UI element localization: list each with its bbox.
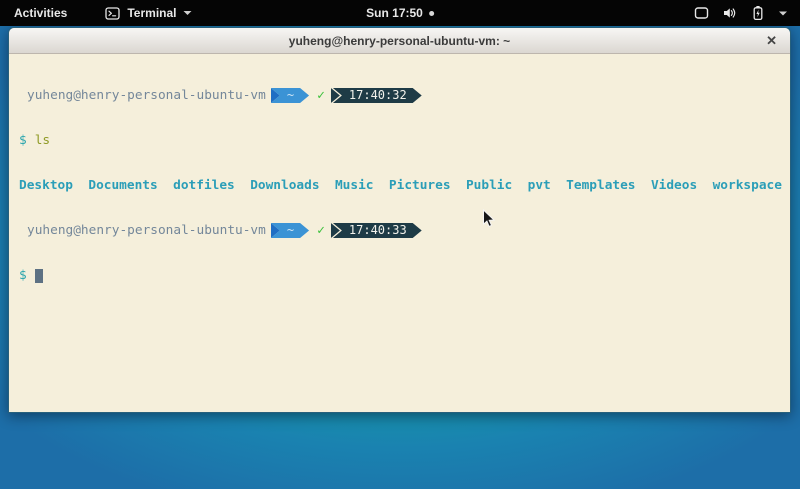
chevron-down-icon xyxy=(778,10,788,17)
prompt-powerline: ~✓17:40:32 xyxy=(271,88,422,103)
window-title: yuheng@henry-personal-ubuntu-vm: ~ xyxy=(289,34,510,48)
directory-entry: dotfiles xyxy=(173,178,235,193)
directory-entry: Downloads xyxy=(250,178,319,193)
terminal-window: yuheng@henry-personal-ubuntu-vm: ~ ✕ yuh… xyxy=(8,27,791,413)
terminal-content[interactable]: yuheng@henry-personal-ubuntu-vm~✓17:40:3… xyxy=(9,55,790,412)
close-icon[interactable]: ✕ xyxy=(766,28,777,53)
directory-entry: pvt xyxy=(528,178,551,193)
prompt-powerline: ~✓17:40:33 xyxy=(271,223,422,238)
ls-output: Desktop Documents dotfiles Downloads Mus… xyxy=(19,178,790,193)
activities-button[interactable]: Activities xyxy=(10,6,71,20)
clock-button[interactable]: Sun 17:50 xyxy=(366,0,434,26)
prompt-line: yuheng@henry-personal-ubuntu-vm~✓17:40:3… xyxy=(19,223,790,238)
prompt-time-segment: 17:40:32 xyxy=(333,88,422,103)
directory-entry: workspace xyxy=(713,178,782,193)
gnome-top-bar: Activities Terminal Sun 17:50 xyxy=(0,0,800,26)
prompt-symbol: $ xyxy=(19,133,27,148)
volume-icon xyxy=(722,6,738,20)
command-line: $ ls xyxy=(19,133,790,148)
status-check-icon: ✓ xyxy=(317,88,325,103)
app-menu-label: Terminal xyxy=(127,6,176,20)
prompt-user: yuheng@henry-personal-ubuntu-vm xyxy=(27,88,266,103)
directory-entry: Templates xyxy=(566,178,635,193)
terminal-icon xyxy=(105,7,120,20)
screen-icon xyxy=(694,6,709,20)
prompt-time-segment: 17:40:33 xyxy=(333,223,422,238)
mouse-cursor xyxy=(482,209,495,233)
typed-command: ls xyxy=(35,133,50,148)
notification-dot xyxy=(429,11,434,16)
prompt-line: yuheng@henry-personal-ubuntu-vm~✓17:40:3… xyxy=(19,88,790,103)
directory-entry: Pictures xyxy=(389,178,451,193)
prompt-user: yuheng@henry-personal-ubuntu-vm xyxy=(27,223,266,238)
directory-entry: Desktop xyxy=(19,178,73,193)
battery-charging-icon xyxy=(751,5,765,21)
terminal-titlebar[interactable]: yuheng@henry-personal-ubuntu-vm: ~ ✕ xyxy=(9,28,790,54)
directory-entry: Videos xyxy=(651,178,697,193)
directory-entry: Public xyxy=(466,178,512,193)
app-menu-terminal[interactable]: Terminal xyxy=(105,6,192,20)
chevron-down-icon xyxy=(183,10,192,16)
text-cursor xyxy=(35,269,43,283)
clock-label: Sun 17:50 xyxy=(366,6,423,20)
directory-entry: Documents xyxy=(88,178,157,193)
status-check-icon: ✓ xyxy=(317,223,325,238)
input-line: $ xyxy=(19,268,790,283)
directory-entry: Music xyxy=(335,178,374,193)
system-status-area[interactable] xyxy=(694,0,788,26)
prompt-symbol: $ xyxy=(19,268,27,283)
